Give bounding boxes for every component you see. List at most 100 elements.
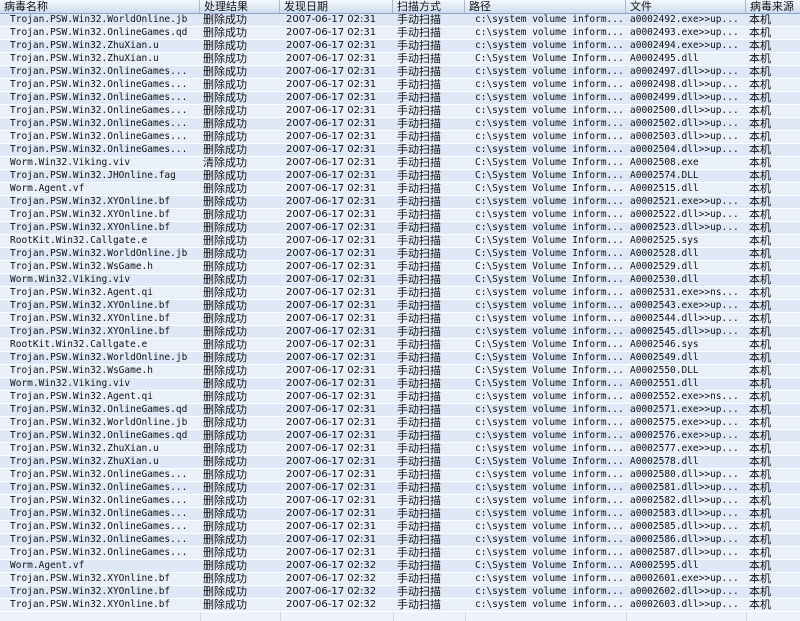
cell-file: a0002522.dll>>up... (630, 209, 739, 220)
table-row[interactable]: Trojan.PSW.Win32.WorldOnline.jb 删除成功 2007-… (0, 352, 800, 365)
table-row[interactable]: Trojan.PSW.Win32.OnlineGames.qd 删除成功 2007-… (0, 404, 800, 417)
table-row[interactable]: Trojan.PSW.Win32.XYOnline.bf 删除成功 2007-06-… (0, 300, 800, 313)
column-header-path[interactable]: 路径 (465, 0, 626, 13)
cell-virus-name: Trojan.PSW.Win32.WsGame.h (10, 261, 153, 272)
table-row[interactable]: Trojan.PSW.Win32.OnlineGames... 删除成功 2007-… (0, 521, 800, 534)
cell-virus-name: Trojan.PSW.Win32.OnlineGames... (10, 66, 188, 77)
cell-path: c:\system volume inform... (475, 14, 624, 25)
column-header-source[interactable]: 病毒来源 (746, 0, 800, 13)
table-row[interactable]: Trojan.PSW.Win32.OnlineGames... 删除成功 2007-… (0, 534, 800, 547)
cell-source: 本机 (749, 573, 771, 585)
cell-file: A0002595.dll (630, 560, 699, 571)
cell-source: 本机 (749, 14, 771, 26)
table-row[interactable]: Trojan.PSW.Win32.ZhuXian.u 删除成功 2007-06-17… (0, 40, 800, 53)
cell-scan-mode: 手动扫描 (397, 339, 441, 351)
cell-virus-name: Trojan.PSW.Win32.OnlineGames... (10, 131, 188, 142)
column-header-result[interactable]: 处理结果 (200, 0, 280, 13)
cell-virus-name: Worm.Win32.Viking.viv (10, 274, 131, 285)
table-row[interactable]: Trojan.PSW.Win32.ZhuXian.u 删除成功 2007-06-17… (0, 53, 800, 66)
cell-path: c:\system volume inform... (475, 105, 624, 116)
table-row[interactable]: Trojan.PSW.Win32.ZhuXian.u 删除成功 2007-06-17… (0, 456, 800, 469)
cell-scan-mode: 手动扫描 (397, 66, 441, 78)
cell-source: 本机 (749, 378, 771, 390)
cell-scan-mode: 手动扫描 (397, 560, 441, 572)
cell-virus-name: Trojan.PSW.Win32.ZhuXian.u (10, 443, 159, 454)
table-row[interactable]: Trojan.PSW.Win32.XYOnline.bf 删除成功 2007-06-… (0, 326, 800, 339)
cell-source: 本机 (749, 300, 771, 312)
cell-virus-name: Trojan.PSW.Win32.XYOnline.bf (10, 573, 171, 584)
cell-file: a0002493.exe>>up... (630, 27, 739, 38)
table-row[interactable]: Trojan.PSW.Win32.XYOnline.bf 删除成功 2007-06-… (0, 313, 800, 326)
table-row[interactable]: Trojan.PSW.Win32.XYOnline.bf 删除成功 2007-06-… (0, 586, 800, 599)
table-row[interactable]: Trojan.PSW.Win32.XYOnline.bf 删除成功 2007-06-… (0, 222, 800, 235)
cell-file: A0002550.DLL (630, 365, 699, 376)
cell-scan-mode: 手动扫描 (397, 235, 441, 247)
table-row[interactable]: Trojan.PSW.Win32.OnlineGames.qd 删除成功 2007-… (0, 430, 800, 443)
table-row[interactable]: RootKit.Win32.Callgate.e 删除成功 2007-06-17 0… (0, 339, 800, 352)
table-row[interactable]: Trojan.PSW.Win32.XYOnline.bf 删除成功 2007-06-… (0, 573, 800, 586)
cell-result: 删除成功 (203, 352, 247, 364)
cell-virus-name: Trojan.PSW.Win32.WorldOnline.jb (10, 417, 188, 428)
table-row[interactable]: Trojan.PSW.Win32.WsGame.h 删除成功 2007-06-17 … (0, 365, 800, 378)
cell-scan-mode: 手动扫描 (397, 326, 441, 338)
table-row[interactable]: Trojan.PSW.Win32.OnlineGames... 删除成功 2007-… (0, 495, 800, 508)
table-row[interactable]: Worm.Win32.Viking.viv 删除成功 2007-06-17 02:3… (0, 378, 800, 391)
table-row[interactable]: Trojan.PSW.Win32.OnlineGames... 删除成功 2007-… (0, 92, 800, 105)
cell-result: 删除成功 (203, 430, 247, 442)
table-row[interactable]: Worm.Win32.Viking.viv 删除成功 2007-06-17 02:3… (0, 274, 800, 287)
table-row[interactable]: Trojan.PSW.Win32.OnlineGames... 删除成功 2007-… (0, 66, 800, 79)
table-row[interactable]: Trojan.PSW.Win32.Agent.qi 删除成功 2007-06-17 … (0, 287, 800, 300)
table-row[interactable]: Trojan.PSW.Win32.XYOnline.bf 删除成功 2007-06-… (0, 209, 800, 222)
cell-source: 本机 (749, 40, 771, 52)
cell-date: 2007-06-17 02:31 (286, 118, 377, 129)
cell-result: 删除成功 (203, 261, 247, 273)
cell-scan-mode: 手动扫描 (397, 443, 441, 455)
table-row[interactable]: Trojan.PSW.Win32.WsGame.h 删除成功 2007-06-17 … (0, 261, 800, 274)
table-row[interactable]: Trojan.PSW.Win32.OnlineGames... 删除成功 2007-… (0, 131, 800, 144)
table-row[interactable]: Trojan.PSW.Win32.OnlineGames... 删除成功 2007-… (0, 508, 800, 521)
cell-result: 删除成功 (203, 495, 247, 507)
cell-path: C:\System Volume Inform... (475, 157, 624, 168)
table-row[interactable]: Trojan.PSW.Win32.WorldOnline.jb 删除成功 2007-… (0, 248, 800, 261)
column-header-date[interactable]: 发现日期 (280, 0, 393, 13)
table-row[interactable]: RootKit.Win32.Callgate.e 删除成功 2007-06-17 0… (0, 235, 800, 248)
cell-path: c:\system volume inform... (475, 391, 624, 402)
cell-file: a0002500.dll>>up... (630, 105, 739, 116)
table-row[interactable]: Trojan.PSW.Win32.OnlineGames... 删除成功 2007-… (0, 547, 800, 560)
column-header-scan-mode[interactable]: 扫描方式 (393, 0, 465, 13)
cell-source: 本机 (749, 92, 771, 104)
cell-scan-mode: 手动扫描 (397, 261, 441, 273)
table-row[interactable]: Trojan.PSW.Win32.OnlineGames... 删除成功 2007-… (0, 105, 800, 118)
table-row[interactable]: Trojan.PSW.Win32.OnlineGames... 删除成功 2007-… (0, 469, 800, 482)
cell-date: 2007-06-17 02:31 (286, 534, 377, 545)
column-header-virus-name[interactable]: 病毒名称 (0, 0, 200, 13)
table-row[interactable]: Trojan.PSW.Win32.OnlineGames... 删除成功 2007-… (0, 144, 800, 157)
table-row[interactable]: Trojan.PSW.Win32.ZhuXian.u 删除成功 2007-06-17… (0, 443, 800, 456)
cell-file: a0002571.exe>>up... (630, 404, 739, 415)
table-row[interactable]: Trojan.PSW.Win32.OnlineGames.qd 删除成功 2007-… (0, 27, 800, 40)
cell-scan-mode: 手动扫描 (397, 352, 441, 364)
cell-path: c:\system volume inform... (475, 118, 624, 129)
column-header-file[interactable]: 文件 (626, 0, 746, 13)
table-row[interactable]: Trojan.PSW.Win32.OnlineGames... 删除成功 2007-… (0, 482, 800, 495)
cell-date: 2007-06-17 02:31 (286, 40, 377, 51)
table-row[interactable]: Worm.Agent.vf 删除成功 2007-06-17 02:31 手动扫描 C:\… (0, 183, 800, 196)
table-row[interactable]: Trojan.PSW.Win32.OnlineGames... 删除成功 2007-… (0, 118, 800, 131)
table-row[interactable]: Trojan.PSW.Win32.XYOnline.bf 删除成功 2007-06-… (0, 599, 800, 612)
cell-file: a0002531.exe>>ns... (630, 287, 739, 298)
cell-file: A0002578.dll (630, 456, 699, 467)
cell-date: 2007-06-17 02:32 (286, 586, 377, 597)
cell-scan-mode: 手动扫描 (397, 248, 441, 260)
cell-result: 删除成功 (203, 144, 247, 156)
table-row[interactable]: Trojan.PSW.Win32.WorldOnline.jb 删除成功 2007-… (0, 14, 800, 27)
table-row[interactable]: Trojan.PSW.Win32.JHOnline.fag 删除成功 2007-06… (0, 170, 800, 183)
table-row[interactable]: Trojan.PSW.Win32.WorldOnline.jb 删除成功 2007-… (0, 417, 800, 430)
table-row[interactable]: Worm.Agent.vf 删除成功 2007-06-17 02:32 手动扫描 C:\… (0, 560, 800, 573)
table-row[interactable]: Trojan.PSW.Win32.OnlineGames... 删除成功 2007-… (0, 79, 800, 92)
table-row[interactable]: Trojan.PSW.Win32.XYOnline.bf 删除成功 2007-06-… (0, 196, 800, 209)
cell-path: C:\System Volume Inform... (475, 352, 624, 363)
cell-source: 本机 (749, 521, 771, 533)
table-row[interactable]: Worm.Win32.Viking.viv 清除成功 2007-06-17 02:3… (0, 157, 800, 170)
table-row[interactable]: Trojan.PSW.Win32.Agent.qi 删除成功 2007-06-17 … (0, 391, 800, 404)
cell-file: a0002494.exe>>up... (630, 40, 739, 51)
